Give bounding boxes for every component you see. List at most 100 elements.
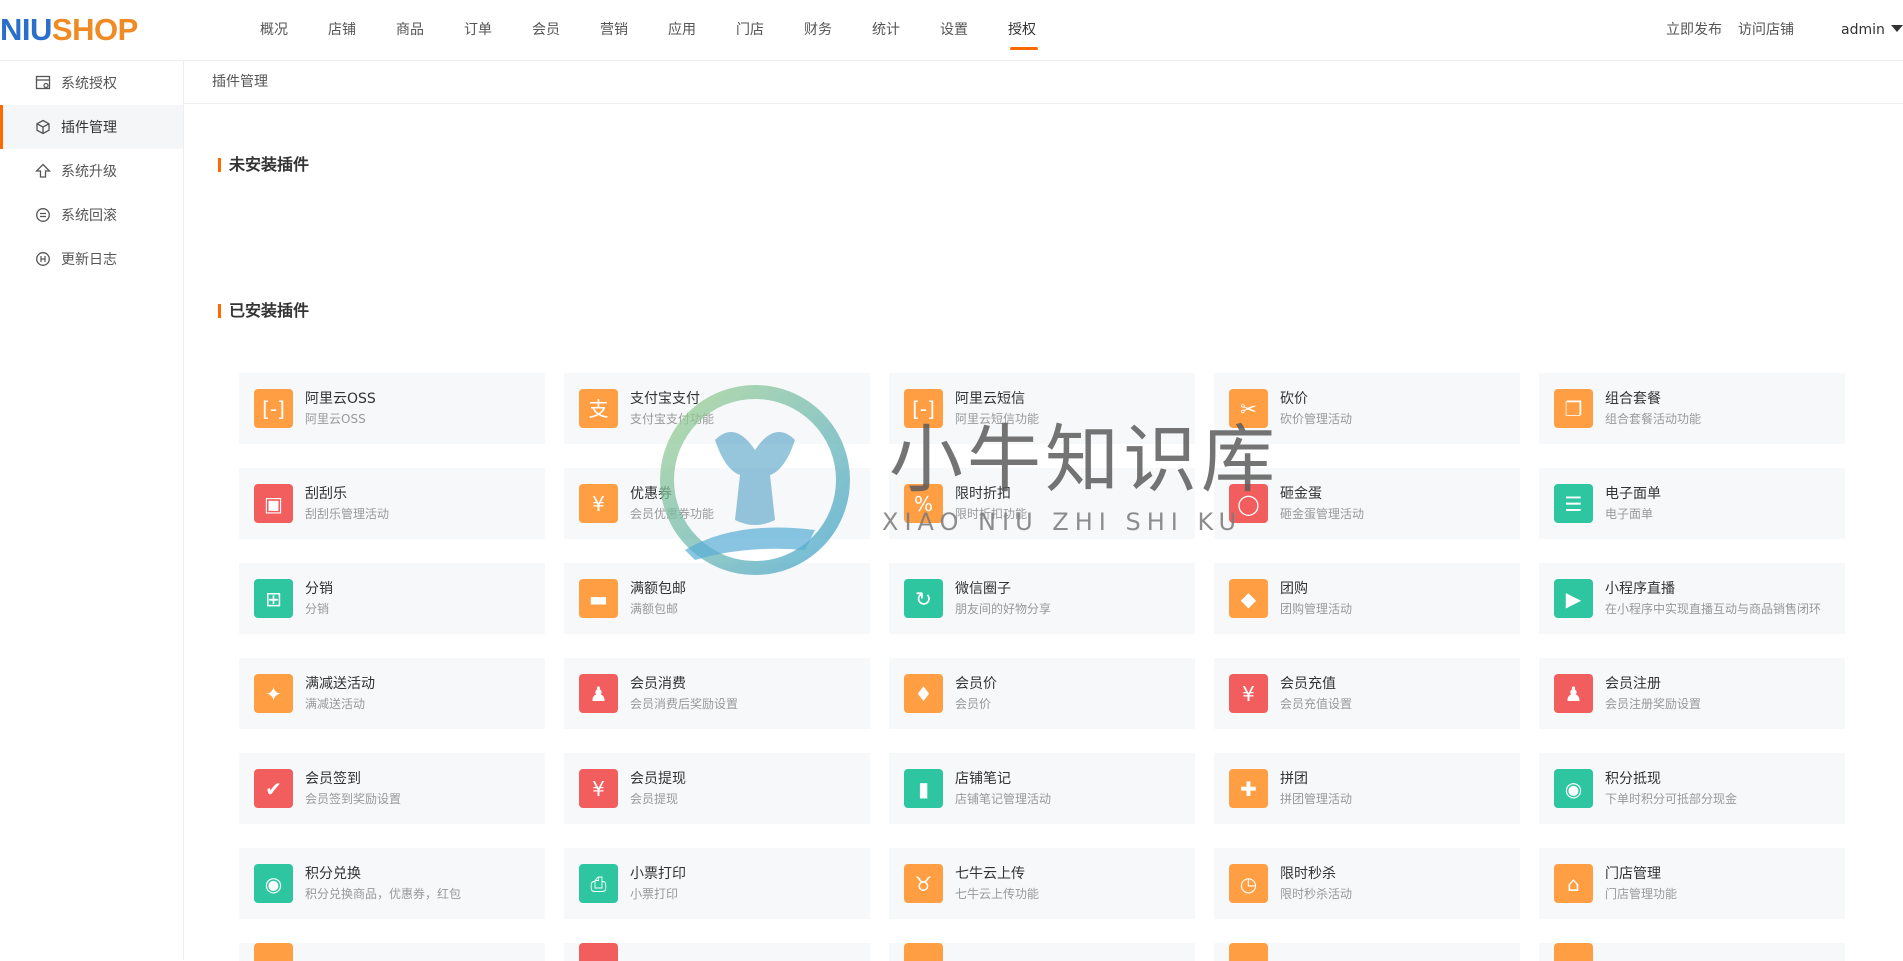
nav-item-10[interactable]: 设置: [920, 0, 988, 60]
circle-icon-glyph: ↻: [915, 586, 932, 611]
qiniu-icon: ♉: [904, 864, 943, 903]
plugin-card[interactable]: ♉ 七牛云上传 七牛云上传功能: [889, 848, 1195, 919]
sidebar-item-3[interactable]: 系统回滚: [0, 193, 183, 237]
plugin-desc: 限时秒杀活动: [1280, 886, 1353, 901]
nav-item-3[interactable]: 订单: [444, 0, 512, 60]
plugin-card-partial[interactable]: [1539, 943, 1845, 961]
plugin-text: 优惠券 会员优惠券功能: [630, 485, 714, 523]
plugin-desc: 砍价管理活动: [1280, 411, 1353, 426]
store-icon: ⌂: [1554, 864, 1593, 903]
niushop-logo[interactable]: NIUSHOP: [0, 12, 138, 48]
visit-store-link[interactable]: 访问店铺: [1738, 0, 1794, 60]
plugin-card[interactable]: ❐ 组合套餐 组合套餐活动功能: [1539, 373, 1845, 444]
withdraw-icon-glyph: ¥: [592, 776, 605, 801]
plugin-text: 微信圈子 朋友间的好物分享: [955, 580, 1051, 618]
plugin-card[interactable]: ◷ 限时秒杀 限时秒杀活动: [1214, 848, 1520, 919]
sidebar-item-0[interactable]: 系统授权: [0, 61, 183, 105]
plugin-card[interactable]: ⎙ 小票打印 小票打印: [564, 848, 870, 919]
plugin-card-partial[interactable]: [889, 943, 1195, 961]
egg-icon: ◯: [1229, 484, 1268, 523]
publish-link[interactable]: 立即发布: [1666, 0, 1722, 60]
nav-item-2[interactable]: 商品: [376, 0, 444, 60]
user-menu[interactable]: admin: [1841, 0, 1903, 60]
nav-item-7[interactable]: 门店: [716, 0, 784, 60]
plugin-card[interactable]: ↻ 微信圈子 朋友间的好物分享: [889, 563, 1195, 634]
nav-item-4[interactable]: 会员: [512, 0, 580, 60]
plugin-desc: 组合套餐活动功能: [1605, 411, 1702, 426]
plugin-text: 会员价 会员价: [955, 675, 997, 713]
plugin-card[interactable]: ◉ 积分兑换 积分兑换商品，优惠券，红包: [239, 848, 545, 919]
register-icon: ♟: [1554, 674, 1593, 713]
plugin-card[interactable]: [-] 阿里云短信 阿里云短信功能: [889, 373, 1195, 444]
plugin-desc: 下单时积分可抵部分现金: [1605, 791, 1738, 806]
plugin-card[interactable]: ¥ 会员提现 会员提现: [564, 753, 870, 824]
coupon-icon: ¥: [579, 484, 618, 523]
recharge-icon: ¥: [1229, 674, 1268, 713]
plugin-card[interactable]: [-] 阿里云OSS 阿里云OSS: [239, 373, 545, 444]
log-icon: [34, 250, 52, 268]
plugin-card-partial[interactable]: [1214, 943, 1520, 961]
cube-icon: [34, 118, 52, 136]
plugin-card[interactable]: ◆ 团购 团购管理活动: [1214, 563, 1520, 634]
plugin-card[interactable]: ◯ 砸金蛋 砸金蛋管理活动: [1214, 468, 1520, 539]
plugin-desc: 支付宝支付功能: [630, 411, 715, 426]
nav-item-11[interactable]: 授权: [988, 0, 1056, 60]
plugin-card[interactable]: ⊞ 分销 分销: [239, 563, 545, 634]
plugin-name: 优惠券: [630, 485, 672, 502]
plugin-card[interactable]: ♟ 会员注册 会员注册奖励设置: [1539, 658, 1845, 729]
gift-icon-glyph: ✦: [265, 681, 282, 706]
plugin-name: 阿里云短信: [955, 390, 1025, 407]
installed-section-title: 已安装插件: [218, 301, 309, 321]
plugin-card[interactable]: ▣ 刮刮乐 刮刮乐管理活动: [239, 468, 545, 539]
plugin-card[interactable]: ▬ 满额包邮 满额包邮: [564, 563, 870, 634]
calendar-icon: ✔: [254, 769, 293, 808]
store-icon-glyph: ⌂: [1567, 871, 1580, 896]
plugin-name: 会员充值: [1280, 675, 1336, 692]
withdraw-icon: ¥: [579, 769, 618, 808]
plugin-card[interactable]: ⌂ 门店管理 门店管理功能: [1539, 848, 1845, 919]
sidebar-item-1[interactable]: 插件管理: [0, 105, 183, 149]
coupon-icon-glyph: ¥: [592, 491, 605, 516]
plugin-desc: 会员充值设置: [1280, 696, 1353, 711]
nav-item-1[interactable]: 店铺: [308, 0, 376, 60]
plugin-card[interactable]: ♟ 会员消费 会员消费后奖励设置: [564, 658, 870, 729]
plugin-card[interactable]: ✦ 满减送活动 满减送活动: [239, 658, 545, 729]
live-icon: ▶: [1554, 579, 1593, 618]
plugin-name: 会员提现: [630, 770, 686, 787]
plugin-name: 会员消费: [630, 675, 686, 692]
plugin-text: 限时秒杀 限时秒杀活动: [1280, 865, 1352, 903]
sidebar-item-4[interactable]: 更新日志: [0, 237, 183, 281]
plugin-desc: 砸金蛋管理活动: [1280, 506, 1365, 521]
plugin-card[interactable]: % 限时折扣 限时折扣功能: [889, 468, 1195, 539]
sidebar-item-2[interactable]: 系统升级: [0, 149, 183, 193]
plugin-text: 阿里云短信 阿里云短信功能: [955, 390, 1039, 428]
plugin-text: 拼团 拼团管理活动: [1280, 770, 1352, 808]
nav-item-0[interactable]: 概况: [240, 0, 308, 60]
plugin-card[interactable]: ◉ 积分抵现 下单时积分可抵部分现金: [1539, 753, 1845, 824]
plugin-card[interactable]: ✔ 会员签到 会员签到奖励设置: [239, 753, 545, 824]
discount-icon-glyph: %: [913, 491, 933, 516]
nav-item-5[interactable]: 营销: [580, 0, 648, 60]
scratch-card-icon: ▣: [254, 484, 293, 523]
plugin-card[interactable]: ✂ 砍价 砍价管理活动: [1214, 373, 1520, 444]
nav-item-9[interactable]: 统计: [852, 0, 920, 60]
printer-icon: ⎙: [579, 864, 618, 903]
plugin-card[interactable]: ♦ 会员价 会员价: [889, 658, 1195, 729]
nav-item-6[interactable]: 应用: [648, 0, 716, 60]
plugin-text: 满额包邮 满额包邮: [630, 580, 686, 618]
plugin-card-partial[interactable]: [239, 943, 545, 961]
plugin-card[interactable]: ▶ 小程序直播 在小程序中实现直播互动与商品销售闭环: [1539, 563, 1845, 634]
plugin-card[interactable]: ▮ 店铺笔记 店铺笔记管理活动: [889, 753, 1195, 824]
plugin-name: 积分抵现: [1605, 770, 1661, 787]
plugin-card[interactable]: ¥ 会员充值会员充值设置: [1214, 658, 1520, 729]
sms-icon: [-]: [904, 389, 943, 428]
plugin-card[interactable]: ✚ 拼团 拼团管理活动: [1214, 753, 1520, 824]
nav-item-8[interactable]: 财务: [784, 0, 852, 60]
member-price-icon-glyph: ♦: [914, 681, 933, 706]
plugin-card[interactable]: ☰ 电子面单 电子面单: [1539, 468, 1845, 539]
plugin-card[interactable]: 支支付宝支付 支付宝支付功能: [564, 373, 870, 444]
plugin-card-partial[interactable]: [564, 943, 870, 961]
plugin-card[interactable]: ¥ 优惠券 会员优惠券功能: [564, 468, 870, 539]
breadcrumb-current: 插件管理: [212, 74, 268, 90]
plugin-desc: 小票打印: [630, 886, 679, 901]
